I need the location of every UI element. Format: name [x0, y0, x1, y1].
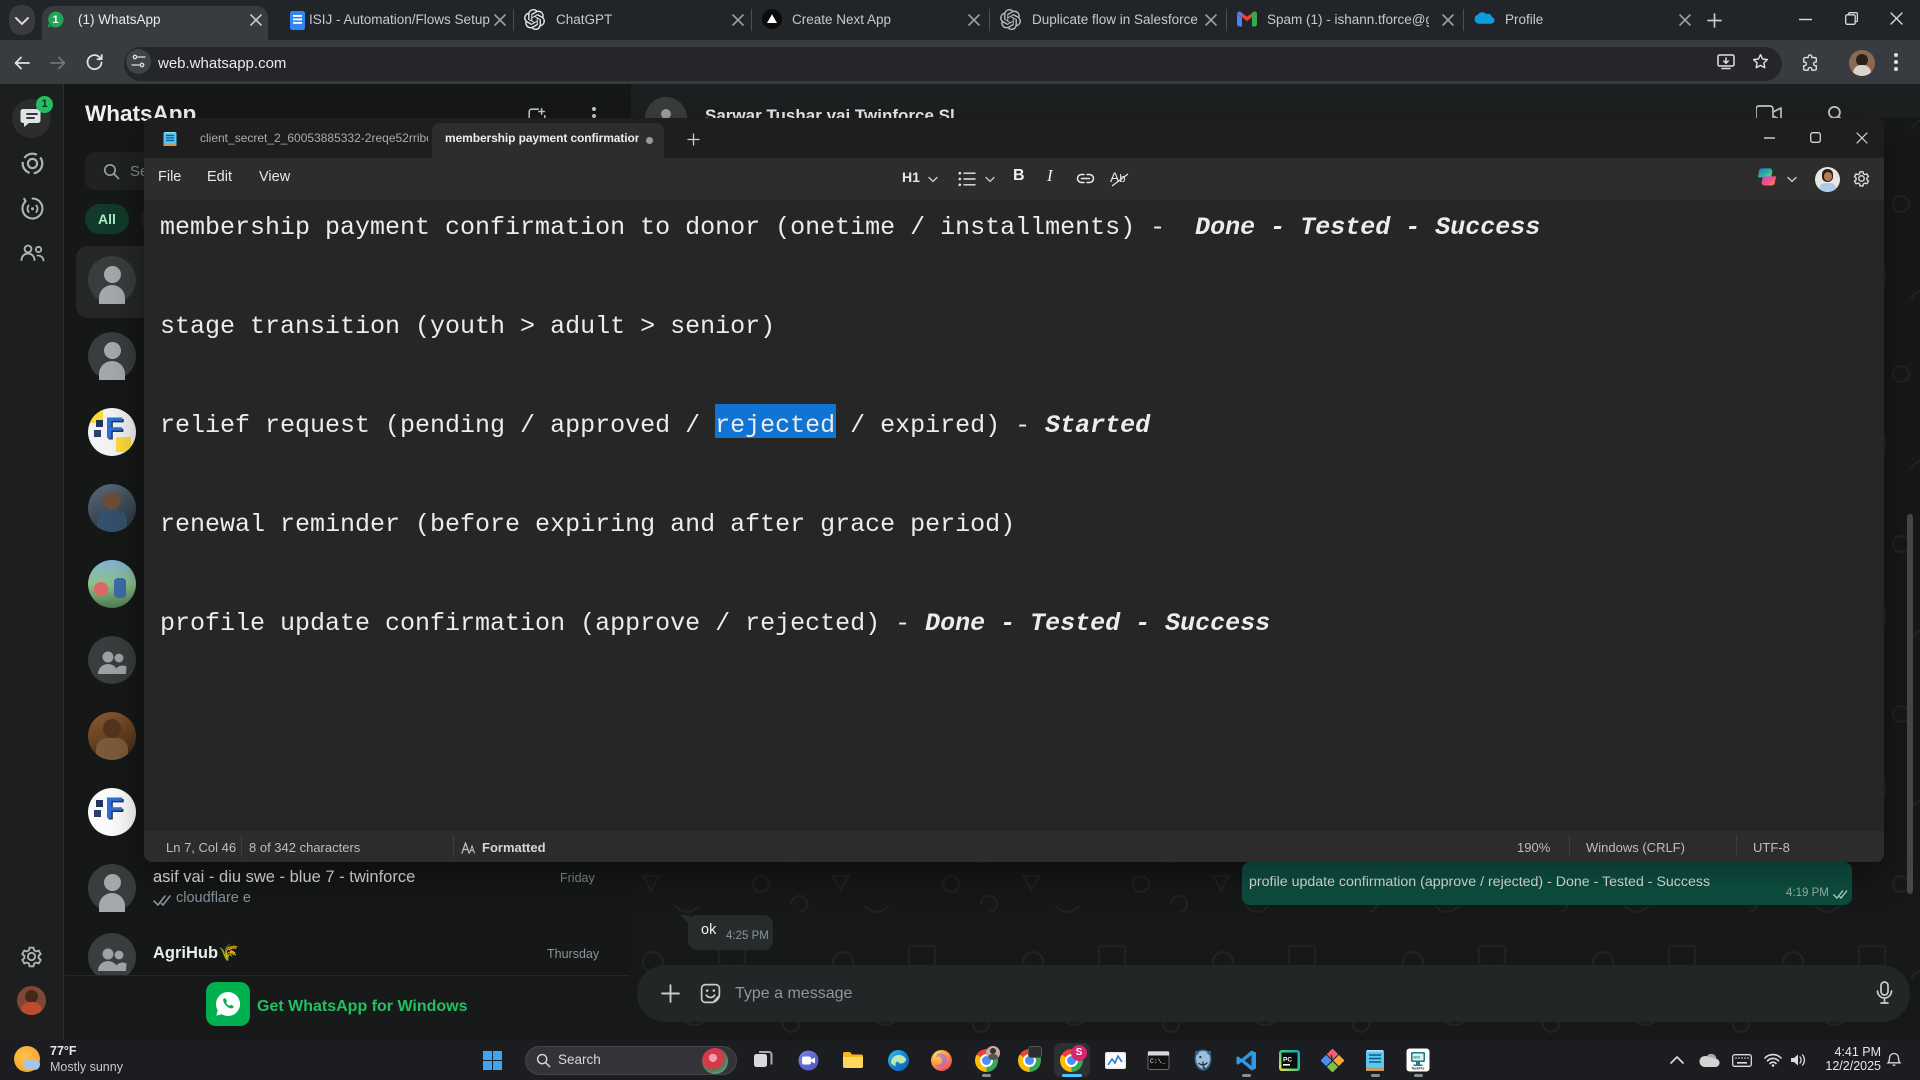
svg-text:GO!: GO!	[1413, 1056, 1420, 1060]
svg-text:C:\_: C:\_	[1150, 1058, 1166, 1065]
svg-text:TaskPro: TaskPro	[1411, 1067, 1424, 1071]
svg-text:1: 1	[53, 14, 59, 26]
svg-text:PC: PC	[1283, 1057, 1292, 1064]
